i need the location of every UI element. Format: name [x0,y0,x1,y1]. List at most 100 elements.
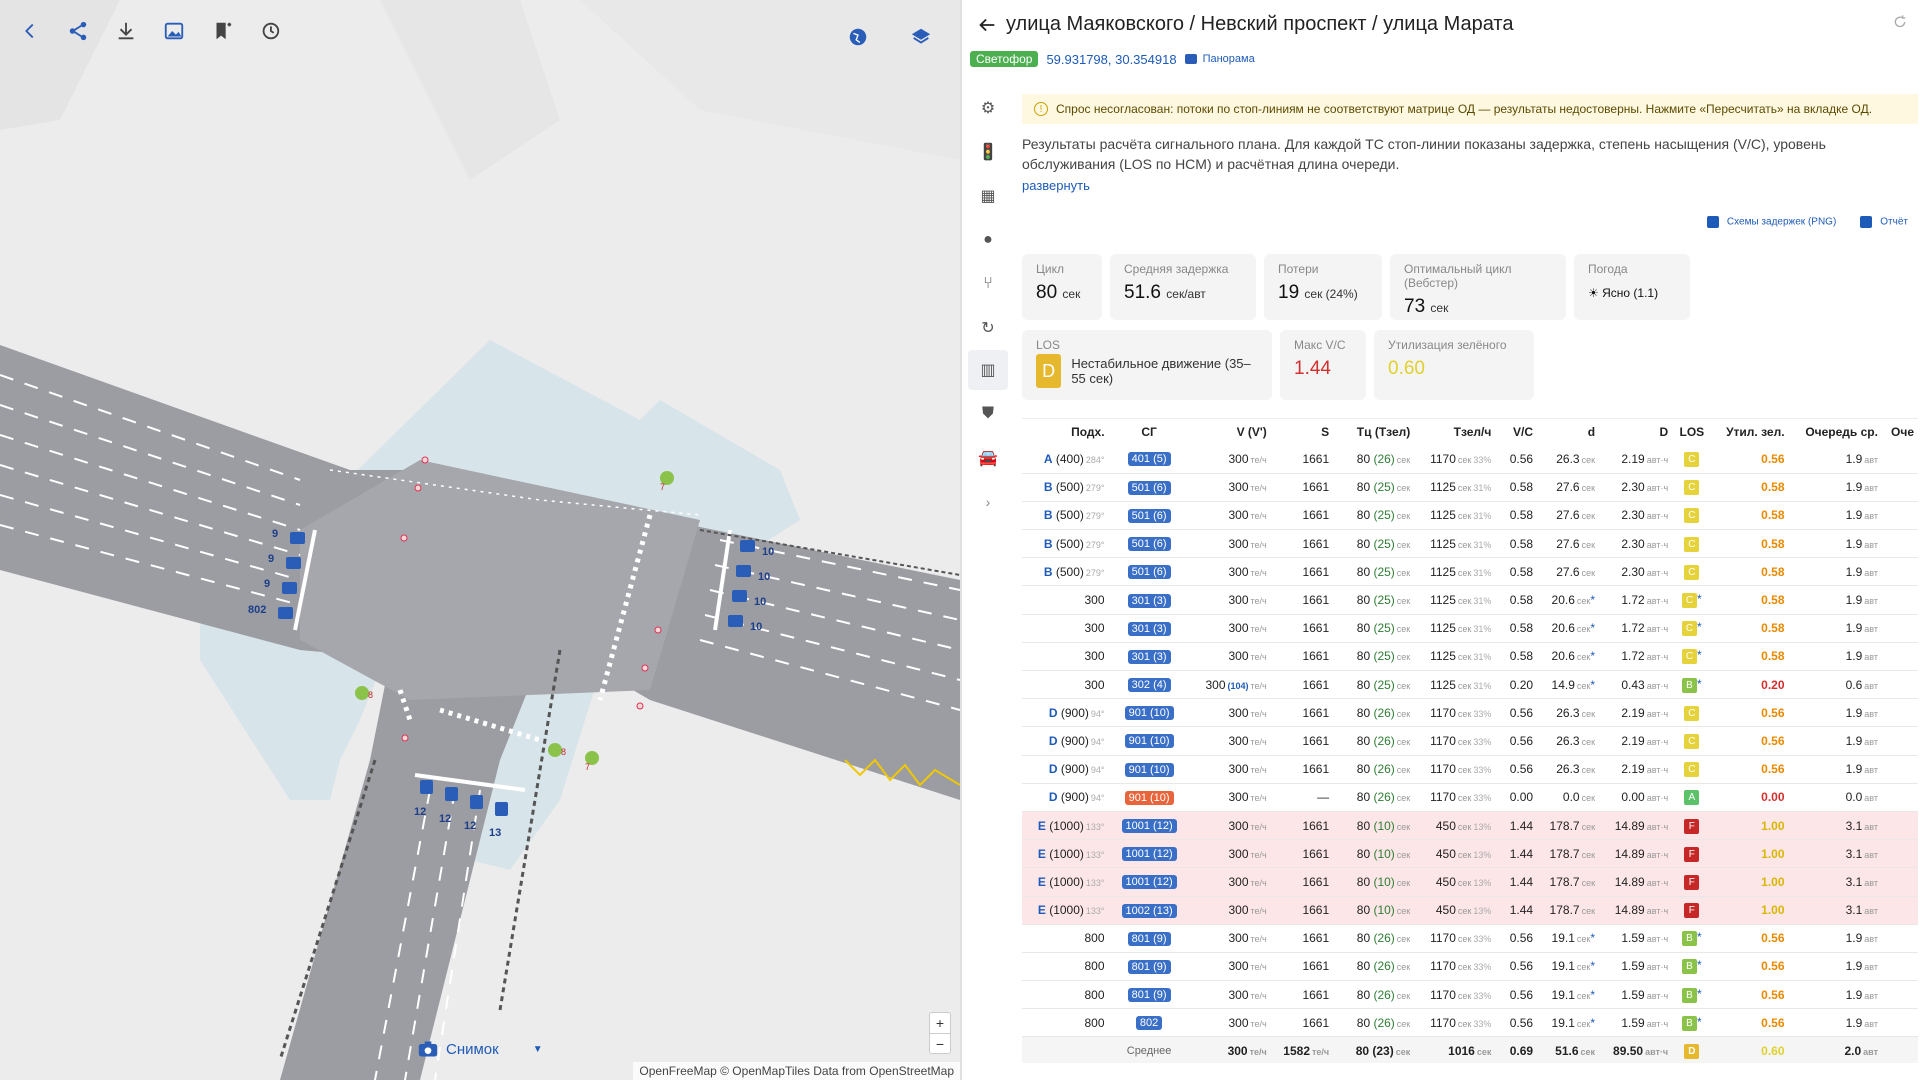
table-row[interactable]: D (900) 94° 901 (10) 300 те/ч —80 (26) сек 1170… [1022,783,1918,812]
table-row[interactable]: B (500) 279° 501 (6) 300 те/ч 1661 80 (25) сек 1… [1022,501,1918,531]
signal-group-badge[interactable]: 1001 (12) [1121,875,1177,890]
column-header[interactable]: d [1537,419,1599,445]
table-row[interactable]: 300 301 (3) 300 те/ч 1661 80 (25) сек 1125 сек 31… [1022,642,1918,672]
layers-icon[interactable] [906,22,936,52]
sidebar-item-signals[interactable]: 🚦 [968,132,1008,172]
sidebar-item-vehicles[interactable]: 🚘 [968,438,1008,478]
report-link[interactable]: Отчёт [1860,216,1908,228]
column-header[interactable]: D [1599,419,1672,445]
signal-group-badge[interactable]: 901 (10) [1124,734,1174,749]
approach-letter[interactable]: D [1049,734,1058,748]
signal-group-badge[interactable]: 1001 (12) [1121,819,1177,834]
table-row[interactable]: D (900) 94° 901 (10) 300 те/ч 1661 80 (26) сек 1… [1022,726,1918,756]
approach-letter[interactable]: E [1038,847,1046,861]
table-row[interactable]: 300 301 (3) 300 те/ч 1661 80 (25) сек 1125 сек 31… [1022,614,1918,643]
history-icon[interactable] [255,16,285,46]
signal-group-badge[interactable]: 901 (10) [1124,706,1174,721]
signal-group-badge[interactable]: 901 (10) [1124,790,1174,805]
download-icon[interactable] [111,16,141,46]
table-row[interactable]: 300 301 (3) 300 те/ч 1661 80 (25) сек 1125 сек 31… [1022,585,1918,615]
signal-group-badge[interactable]: 801 (9) [1127,931,1171,946]
panorama-link[interactable]: Панорама [1184,53,1255,65]
approach-letter[interactable]: E [1038,903,1046,917]
approach-letter[interactable]: B [1044,480,1053,494]
column-header[interactable]: V (V') [1190,419,1271,445]
share-icon[interactable] [63,16,93,46]
approach-letter[interactable]: D [1049,790,1058,804]
table-row[interactable]: A (400) 284° 401 (5) 300 те/ч 1661 80 (26) сек 1… [1022,445,1918,474]
sidebar-expand[interactable]: › [968,482,1008,522]
signal-group-badge[interactable]: 401 (5) [1127,452,1171,467]
table-row[interactable]: E (1000) 133° 1001 (12) 300 те/ч 1661 80 (10) с… [1022,811,1918,841]
signal-group-badge[interactable]: 802 [1135,1016,1163,1031]
sidebar-item-cycle[interactable]: ↻ [968,308,1008,348]
column-header[interactable]: Тц (Тзел) [1333,419,1414,445]
sidebar-item-settings[interactable]: ⚙ [968,88,1008,128]
signal-group-badge[interactable]: 301 (3) [1127,593,1171,608]
approach-letter[interactable]: E [1038,819,1046,833]
table-row[interactable]: B (500) 279° 501 (6) 300 те/ч 1661 80 (25) сек 1… [1022,473,1918,502]
signal-group-badge[interactable]: 801 (9) [1127,959,1171,974]
zoom-in-button[interactable]: + [930,1013,950,1033]
column-header[interactable]: V/C [1495,419,1537,445]
column-header[interactable]: СГ [1109,419,1190,445]
bookmark-add-icon[interactable] [207,16,237,46]
image-icon[interactable] [159,16,189,46]
table-row[interactable]: E (1000) 133° 1002 (13) 300 те/ч 1661 80 (10) с… [1022,896,1918,925]
table-row[interactable]: E (1000) 133° 1001 (12) 300 те/ч 1661 80 (10) с… [1022,867,1918,897]
expand-link[interactable]: развернуть [1022,178,1090,193]
approach-letter[interactable]: E [1038,875,1046,889]
approach-letter[interactable]: B [1044,565,1053,579]
table-row[interactable]: E (1000) 133° 1001 (12) 300 те/ч 1661 80 (10) с… [1022,839,1918,869]
signal-group-badge[interactable]: 501 (6) [1127,565,1171,580]
table-row[interactable]: D (900) 94° 901 (10) 300 те/ч 1661 80 (26) сек 1… [1022,755,1918,784]
table-row[interactable]: 300 302 (4) 300 (104) те/ч 1661 80 (25) сек 1125… [1022,670,1918,700]
column-header[interactable]: Очередь ср. [1789,419,1882,445]
globe-icon[interactable] [843,22,873,52]
column-header[interactable]: LOS [1672,419,1711,445]
coordinates-link[interactable]: 59.931798, 30.354918 [1046,52,1176,67]
sidebar-item-results[interactable]: ▥ [968,350,1008,390]
approach-letter[interactable]: D [1049,762,1058,776]
back-icon[interactable] [15,16,45,46]
map-view[interactable]: 9 9 9 802 10 10 10 10 12 12 12 13 7 8 8 … [0,0,960,1080]
sidebar-item-routes[interactable]: ⑂ [968,264,1008,304]
signal-group-badge[interactable]: 301 (3) [1127,621,1171,636]
column-header[interactable]: S [1271,419,1333,445]
signal-group-badge[interactable]: 301 (3) [1127,649,1171,664]
cell-los: F [1672,839,1712,869]
table-row[interactable]: 800 802 300 те/ч 1661 80 (26) сек 1170 сек 33% 0.5… [1022,1008,1918,1038]
approach-letter[interactable]: B [1044,508,1053,522]
signal-group-badge[interactable]: 302 (4) [1127,678,1171,693]
sidebar-item-matrix[interactable]: ▦ [968,176,1008,216]
signal-group-badge[interactable]: 1001 (12) [1121,847,1177,862]
signal-group-badge[interactable]: 1002 (13) [1121,903,1177,918]
refresh-icon[interactable] [1892,14,1908,30]
table-row[interactable]: 800 801 (9) 300 те/ч 1661 80 (26) сек 1170 сек 33… [1022,924,1918,953]
export-png-link[interactable]: Схемы задержек (PNG) [1706,216,1836,228]
signal-group-badge[interactable]: 501 (6) [1127,508,1171,523]
approach-letter[interactable]: A [1044,452,1053,466]
percent: 31% [1473,652,1492,663]
sidebar-item-demand[interactable]: ● [968,220,1008,260]
approach-letter[interactable]: B [1044,537,1053,551]
back-arrow-icon[interactable] [976,14,998,36]
table-row[interactable]: 800 801 (9) 300 те/ч 1661 80 (26) сек 1170 сек 33… [1022,952,1918,982]
zoom-out-button[interactable]: − [930,1033,950,1053]
column-header[interactable]: Оче [1882,419,1918,445]
signal-group-badge[interactable]: 901 (10) [1124,762,1174,777]
signal-group-badge[interactable]: 501 (6) [1127,480,1171,495]
sidebar-item-safety[interactable]: ⛊ [968,394,1008,434]
approach-letter[interactable]: D [1049,706,1058,720]
column-header[interactable]: Тзел/ч [1414,419,1495,445]
table-row[interactable]: B (500) 279° 501 (6) 300 те/ч 1661 80 (25) сек 1… [1022,557,1918,587]
table-row[interactable]: 800 801 (9) 300 те/ч 1661 80 (26) сек 1170 сек 33… [1022,980,1918,1010]
signal-group-badge[interactable]: 801 (9) [1127,988,1171,1003]
table-row[interactable]: D (900) 94° 901 (10) 300 те/ч 1661 80 (26) сек 1… [1022,698,1918,728]
signal-group-badge[interactable]: 501 (6) [1127,537,1171,552]
table-row[interactable]: B (500) 279° 501 (6) 300 те/ч 1661 80 (25) сек 1… [1022,529,1918,559]
chevron-down-icon[interactable]: ▼ [533,1044,543,1055]
column-header[interactable]: Утил. зел. [1712,419,1789,445]
column-header[interactable]: Подх. [1022,419,1109,445]
snapshot-button[interactable]: Снимок ▼ [418,1040,543,1058]
